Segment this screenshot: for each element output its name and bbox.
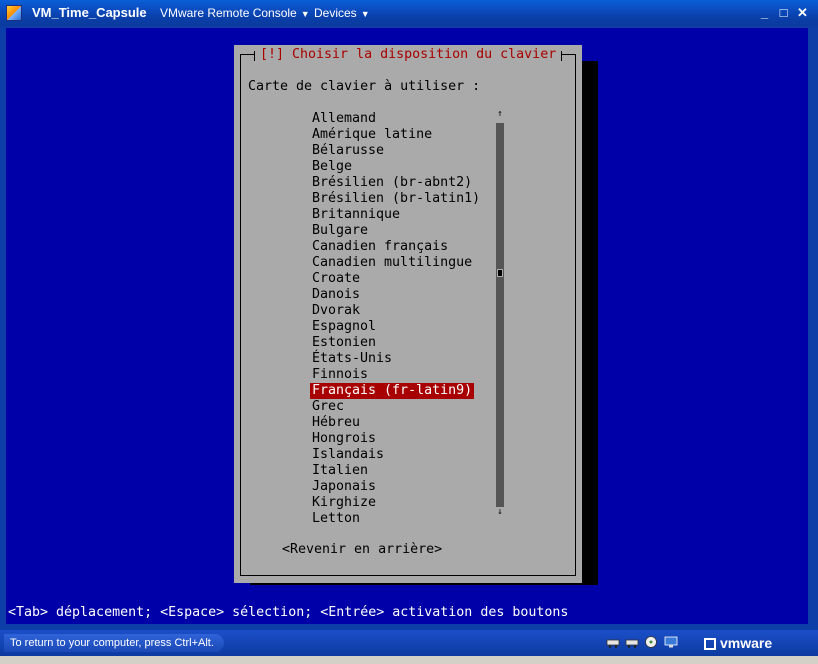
list-item[interactable]: Belge — [310, 159, 474, 175]
scroll-thumb[interactable] — [497, 269, 503, 277]
network-icon[interactable] — [625, 636, 639, 648]
list-item[interactable]: États-Unis — [310, 351, 474, 367]
list-item[interactable]: Letton — [310, 511, 474, 527]
keyboard-layout-list[interactable]: Allemand Amérique latine Bélarusse Belge Bré… — [310, 111, 480, 527]
vmware-brand-text: vmware — [720, 635, 773, 651]
list-item[interactable]: Dvorak — [310, 303, 474, 319]
maximize-button[interactable]: □ — [775, 4, 792, 21]
chevron-down-icon: ▼ — [300, 9, 310, 19]
minimize-button[interactable]: _ — [756, 4, 773, 21]
list-item[interactable]: Hongrois — [310, 431, 474, 447]
list-item[interactable]: Croate — [310, 271, 474, 287]
scroll-track[interactable] — [496, 123, 504, 507]
status-bar: To return to your computer, press Ctrl+A… — [0, 630, 818, 656]
host-taskbar-strip — [0, 656, 818, 664]
list-item[interactable]: Grec — [310, 399, 474, 415]
dialog-title: [!] Choisir la disposition du clavier — [254, 47, 563, 63]
scroll-down-icon[interactable]: ↓ — [496, 507, 504, 517]
list-item[interactable]: Kirghize — [310, 495, 474, 511]
list-item[interactable]: Canadien multilingue — [310, 255, 474, 271]
console-frame: [!] Choisir la disposition du clavier Ca… — [0, 26, 818, 630]
menu-label: Devices — [314, 6, 357, 20]
back-button[interactable]: <Revenir en arrière> — [282, 542, 442, 558]
list-item[interactable]: Islandais — [310, 447, 474, 463]
list-item[interactable]: Italien — [310, 463, 474, 479]
ungrab-hint: To return to your computer, press Ctrl+A… — [4, 634, 224, 652]
help-line: <Tab> déplacement; <Espace> sélection; <… — [8, 605, 569, 620]
keyboard-layout-dialog: [!] Choisir la disposition du clavier Ca… — [234, 45, 582, 583]
list-item[interactable]: Amérique latine — [310, 127, 474, 143]
list-item[interactable]: Brésilien (br-latin1) — [310, 191, 480, 207]
chevron-down-icon: ▼ — [360, 9, 370, 19]
list-item[interactable]: Hébreu — [310, 415, 474, 431]
list-item[interactable]: Espagnol — [310, 319, 474, 335]
scroll-up-icon[interactable]: ↑ — [496, 109, 504, 119]
list-item[interactable]: Finnois — [310, 367, 474, 383]
vmware-app-icon — [6, 5, 22, 21]
scrollbar[interactable]: ↑ ↓ — [496, 109, 504, 517]
list-item[interactable]: Canadien français — [310, 239, 474, 255]
list-item[interactable]: Danois — [310, 287, 474, 303]
display-icon[interactable] — [664, 636, 678, 648]
vm-console[interactable]: [!] Choisir la disposition du clavier Ca… — [6, 28, 808, 624]
list-item[interactable]: Allemand — [310, 111, 474, 127]
vmware-logo: vmware — [704, 635, 772, 651]
dialog-prompt: Carte de clavier à utiliser : — [248, 79, 481, 94]
window-titlebar: VM_Time_Capsule VMware Remote Console ▼ D… — [0, 0, 818, 26]
cdrom-icon[interactable] — [644, 636, 658, 648]
menu-devices[interactable]: Devices ▼ — [314, 6, 370, 20]
vmware-logo-icon — [704, 638, 716, 650]
close-button[interactable]: ✕ — [794, 4, 811, 21]
list-item[interactable]: Britannique — [310, 207, 474, 223]
list-item[interactable]: Japonais — [310, 479, 474, 495]
menu-vmware-remote-console[interactable]: VMware Remote Console ▼ — [160, 6, 310, 20]
list-item[interactable]: Bélarusse — [310, 143, 474, 159]
list-item[interactable]: Estonien — [310, 335, 474, 351]
menu-label: VMware Remote Console — [160, 6, 297, 20]
list-item[interactable]: Brésilien (br-abnt2) — [310, 175, 474, 191]
list-item[interactable]: Bulgare — [310, 223, 474, 239]
list-item[interactable]: Français (fr-latin9) — [310, 383, 474, 399]
network-icon[interactable] — [606, 636, 620, 648]
window-title: VM_Time_Capsule — [32, 5, 147, 20]
